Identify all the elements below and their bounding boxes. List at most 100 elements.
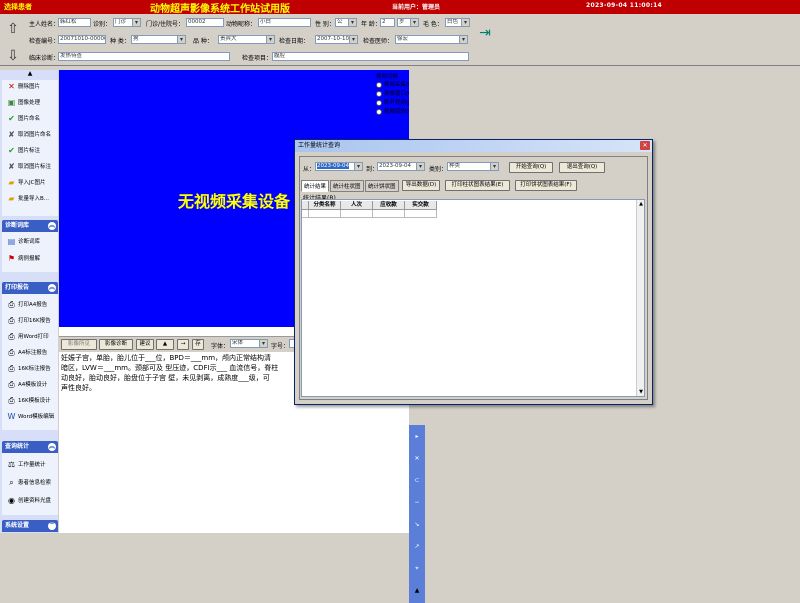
scroll-up-icon[interactable]: ▲ [2, 70, 58, 80]
sidebar-item-6[interactable]: ▰ 导入JC图片 [6, 176, 60, 190]
sidebar-item-create-disc[interactable]: ◉ 创建资料光盘 [6, 494, 60, 508]
chevron-up-icon[interactable]: ︽ [48, 443, 56, 451]
close-icon[interactable]: ✕ [640, 141, 650, 150]
export-data-button[interactable]: 导出数据(D) [402, 180, 440, 191]
column-header[interactable]: 人次 [341, 201, 373, 210]
radio-video-capture[interactable]: 视频采集(L) [376, 80, 413, 88]
category-select[interactable]: 种类 [447, 162, 499, 171]
print-pie-chart-button[interactable]: 打印饼状图表结果(F) [515, 180, 577, 191]
tab-pie-chart[interactable]: 统计饼状图 [365, 180, 399, 192]
tab-stat-result[interactable]: 统计结果 [301, 180, 330, 192]
tool-icon[interactable]: ⌖ [409, 565, 425, 573]
doctor-select[interactable]: 徐宏 [395, 35, 468, 44]
from-date-select[interactable]: 2023-09-04 [315, 162, 363, 171]
sidebar-item-7[interactable]: ▰ 批量导入B... [6, 192, 60, 206]
chevron-down-icon[interactable]: ︾ [48, 522, 56, 530]
sidebar-item-print-16k[interactable]: ⎙ 打印16K报告 [6, 314, 60, 328]
result-grid[interactable]: 分类名称 人次 应收款 实交款 ▲ ▼ [301, 199, 645, 397]
exam-item-field[interactable]: 腹腔 [272, 52, 469, 61]
diagnosis-button[interactable]: 影像诊断 [99, 339, 133, 350]
sidebar-item-0[interactable]: ✕ 删除图片 [6, 80, 60, 94]
tool-icon[interactable]: ↗ [409, 543, 425, 550]
chevron-up-icon[interactable]: ︽ [48, 222, 56, 230]
printer-icon: ⎙ [8, 396, 15, 405]
arrow-down-icon[interactable]: ⇩ [3, 46, 23, 66]
sidebar-item-label: 病例报解 [18, 256, 41, 262]
table-cell[interactable] [405, 210, 437, 218]
visit-select[interactable]: 门诊 [113, 18, 141, 27]
tool-icon[interactable]: ∽ [409, 499, 425, 506]
sidebar-item-word-template[interactable]: W Word模板编辑 [6, 410, 60, 424]
sidebar-item-5[interactable]: ✘ 取消图片标注 [6, 160, 60, 174]
sidebar-item-workload[interactable]: ⚖ 工作量统计 [6, 458, 60, 472]
radio-label: 断开视频(J) [384, 100, 412, 106]
owner-field[interactable]: 韩红松 [58, 18, 91, 27]
sidebar-item-label: 批量导入B... [18, 196, 50, 202]
sidebar-item-a4-annot[interactable]: ⎙ A4标注报告 [6, 346, 60, 360]
exit-icon[interactable]: ⇥ [476, 25, 494, 41]
group-query[interactable]: 查询统计 ︽ [2, 441, 58, 453]
sex-select[interactable]: 公 [335, 18, 357, 27]
scroll-down-icon[interactable]: ▼ [637, 389, 645, 395]
group-title: 查询统计 [5, 443, 30, 450]
breed-select[interactable]: 贵宾犬 [218, 35, 275, 44]
save-button[interactable]: 存 [192, 339, 204, 350]
printer-icon: ⎙ [8, 316, 15, 325]
record-field[interactable]: 00002 [186, 18, 224, 27]
suggestion-button[interactable]: 建议 [136, 339, 154, 350]
scroll-thumb[interactable]: ▸ ✕ ⊂ ∽ ↘ ↗ ⌖ ▲ [409, 425, 425, 603]
sidebar-item-2[interactable]: ✔ 图片命名 [6, 112, 60, 126]
findings-button[interactable]: 影像所见 [61, 339, 97, 350]
print-bar-chart-button[interactable]: 打印柱状图表结果(E) [445, 180, 510, 191]
table-cell[interactable] [373, 210, 405, 218]
table-cell[interactable] [341, 210, 373, 218]
scroll-up-icon[interactable]: ▲ [637, 201, 645, 207]
column-header[interactable]: 分类名称 [309, 201, 341, 210]
group-diagnosis-lib[interactable]: 诊断词库 ︽ [2, 220, 58, 232]
column-header[interactable]: 实交款 [405, 201, 437, 210]
species-select[interactable]: 狗 [131, 35, 186, 44]
to-date-select[interactable]: 2023-09-04 [377, 162, 425, 171]
sidebar-item-1[interactable]: ▣ 图像处理 [6, 96, 60, 110]
sidebar-item-4[interactable]: ✔ 图片标注 [6, 144, 60, 158]
select-patient-link[interactable]: 选择患者 [4, 2, 32, 12]
move-up-button[interactable]: ▲ [156, 339, 174, 350]
age-unit-select[interactable]: 岁 [397, 18, 419, 27]
next-button[interactable]: → [177, 339, 189, 350]
x-icon: ✕ [8, 82, 15, 91]
sidebar-item-16k-annot[interactable]: ⎙ 16K标注报告 [6, 362, 60, 376]
dialog-titlebar[interactable]: 工作量统计查询 ✕ [295, 140, 652, 152]
radio-disconnect-video[interactable]: 断开视频(J) [376, 98, 412, 106]
color-select[interactable]: 白色 [445, 18, 470, 27]
group-settings[interactable]: 系统设置 ︾ [2, 520, 58, 532]
start-query-button[interactable]: 开始查询(Q) [509, 162, 553, 173]
group-title: 系统设置 [5, 522, 30, 529]
sidebar-item-patient-search[interactable]: ⌕ 患者信息检索 [6, 476, 60, 490]
nickname-field[interactable]: 小白 [258, 18, 311, 27]
table-cell[interactable] [309, 210, 341, 218]
sidebar-item-print-a4[interactable]: ⎙ 打印A4报告 [6, 298, 60, 312]
sidebar-item-a4-template[interactable]: ⎙ A4模板设计 [6, 378, 60, 392]
sidebar-item-print-word[interactable]: ⎙ 用Word打印 [6, 330, 60, 344]
column-header[interactable]: 应收款 [373, 201, 405, 210]
exam-no-field[interactable]: 20071010-000003 [58, 35, 106, 44]
grid-scrollbar[interactable]: ▲ ▼ [636, 200, 644, 396]
sidebar-item-3[interactable]: ✘ 取消图片命名 [6, 128, 60, 142]
diagnosis-field[interactable]: 发热待查 [58, 52, 230, 61]
tool-icon[interactable]: ↘ [409, 521, 425, 528]
sidebar-item-case[interactable]: ⚑ 病例报解 [6, 252, 60, 266]
tab-bar-chart[interactable]: 统计柱状图 [330, 180, 364, 192]
exam-date-select[interactable]: 2007-10-10 [315, 35, 358, 44]
tool-icon[interactable]: ▸ [409, 433, 425, 440]
tool-icon[interactable]: ⊂ [409, 477, 425, 484]
arrow-up-icon[interactable]: ⇧ [3, 19, 23, 39]
age-field[interactable]: 2 [380, 18, 395, 27]
scroll-up-icon[interactable]: ▲ [409, 587, 425, 594]
group-print[interactable]: 打印报告 ︽ [2, 282, 58, 294]
sidebar-item-diagnosis[interactable]: ▤ 诊断词库 [6, 235, 60, 249]
font-select[interactable]: 宋体 [230, 339, 268, 348]
sidebar-item-16k-template[interactable]: ⎙ 16K模板设计 [6, 394, 60, 408]
exit-query-button[interactable]: 退出查询(Q) [559, 162, 605, 173]
chevron-up-icon[interactable]: ︽ [48, 284, 56, 292]
tool-icon[interactable]: ✕ [409, 455, 425, 462]
